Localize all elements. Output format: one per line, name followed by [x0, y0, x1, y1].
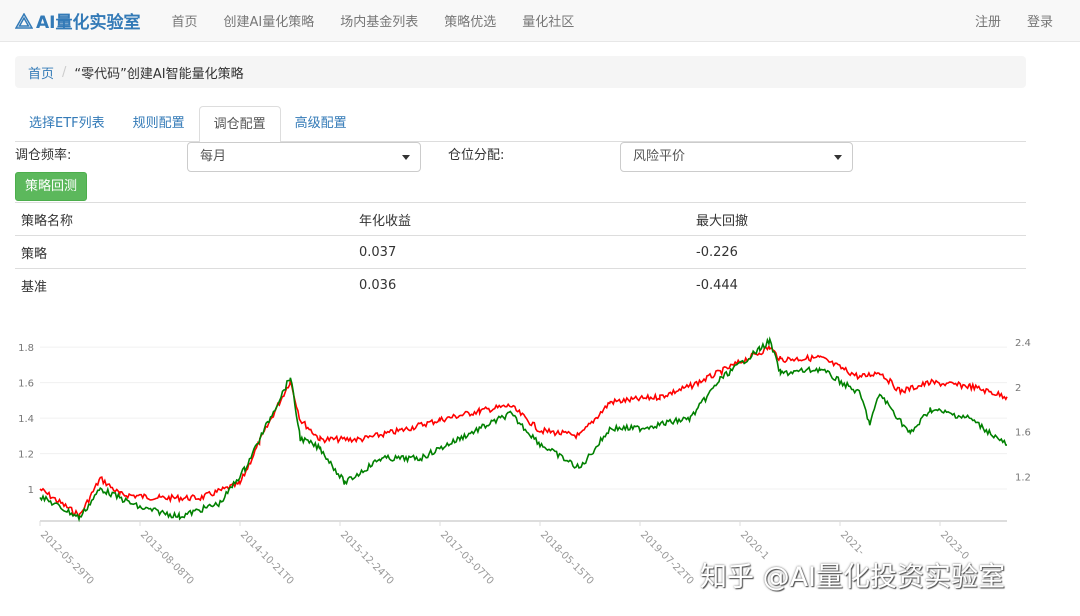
- header-max-drawdown: 最大回撤: [690, 203, 1026, 236]
- watermark: 知乎 @AI量化投资实验室: [700, 555, 1005, 594]
- cell: 策略: [15, 236, 353, 269]
- x-axis-tick: 2014-10-21T0: [238, 529, 296, 587]
- logo[interactable]: AI量化实验室: [15, 8, 140, 33]
- x-axis-tick: 2018-05-15T0: [538, 529, 596, 587]
- right-axis-tick: 1.2: [1015, 472, 1031, 483]
- cell: 0.036: [353, 269, 690, 302]
- nav-fund-list[interactable]: 场内基金列表: [340, 11, 418, 30]
- x-axis-tick: 2017-03-07T0: [438, 529, 496, 587]
- breadcrumb: 首页 / “零代码”创建AI智能量化策略: [15, 56, 1026, 88]
- cell: -0.444: [690, 269, 1026, 302]
- tab-rules[interactable]: 规则配置: [119, 106, 199, 141]
- breadcrumb-current: “零代码”创建AI智能量化策略: [74, 63, 243, 82]
- freq-select[interactable]: 每月: [187, 142, 421, 172]
- tab-rebalance[interactable]: 调仓配置: [199, 106, 281, 143]
- left-axis-tick: 1.4: [18, 414, 34, 425]
- alloc-label: 仓位分配:: [448, 144, 504, 163]
- nav-community[interactable]: 量化社区: [522, 11, 574, 30]
- cell: 0.037: [353, 236, 690, 269]
- breadcrumb-separator: /: [62, 65, 66, 80]
- table-row: 基准 0.036 -0.444: [15, 269, 1026, 302]
- series-line-right: [40, 339, 1007, 519]
- header-name: 策略名称: [15, 203, 353, 236]
- tab-bar: 选择ETF列表 规则配置 调仓配置 高级配置: [15, 106, 1026, 142]
- logo-triangle-icon: [15, 13, 33, 29]
- x-axis-tick: 2021-: [838, 529, 867, 558]
- left-axis-tick: 1.2: [18, 450, 34, 461]
- cell: 基准: [15, 269, 353, 302]
- nav-strategy-select[interactable]: 策略优选: [444, 11, 496, 30]
- tab-select-etf[interactable]: 选择ETF列表: [15, 106, 119, 141]
- breadcrumb-home[interactable]: 首页: [28, 63, 54, 82]
- series-line-left: [40, 346, 1007, 518]
- header-annual-return: 年化收益: [353, 203, 690, 236]
- x-axis-tick: 2013-08-08T0: [138, 529, 196, 587]
- left-axis-tick: 1.6: [18, 379, 34, 390]
- cell: -0.226: [690, 236, 1026, 269]
- right-axis-tick: 1.6: [1015, 428, 1031, 439]
- alloc-value: 风险平价: [633, 149, 685, 164]
- table-row: 策略 0.037 -0.226: [15, 236, 1026, 269]
- backtest-button[interactable]: 策略回测: [15, 172, 87, 201]
- left-axis-tick: 1: [28, 485, 34, 496]
- navbar: AI量化实验室 首页 创建AI量化策略 场内基金列表 策略优选 量化社区 注册 …: [0, 0, 1080, 42]
- nav-home[interactable]: 首页: [171, 11, 197, 30]
- right-axis-tick: 2: [1015, 383, 1021, 394]
- x-axis-tick: 2012-05-29T0: [38, 529, 96, 587]
- logo-text: AI量化实验室: [36, 8, 140, 33]
- results-table: 策略名称 年化收益 最大回撤 策略 0.037 -0.226 基准 0.036 …: [15, 202, 1026, 302]
- freq-value: 每月: [200, 149, 226, 164]
- nav-login[interactable]: 登录: [1027, 11, 1053, 30]
- x-axis-tick: 2019-07-22T0: [638, 529, 696, 587]
- table-header-row: 策略名称 年化收益 最大回撤: [15, 203, 1026, 236]
- right-axis-tick: 2.4: [1015, 338, 1031, 349]
- alloc-select[interactable]: 风险平价: [620, 142, 853, 172]
- tab-advanced[interactable]: 高级配置: [281, 106, 361, 141]
- nav-register[interactable]: 注册: [975, 11, 1001, 30]
- left-axis-tick: 1.8: [18, 343, 34, 354]
- freq-label: 调仓频率:: [15, 144, 71, 163]
- nav-create-strategy[interactable]: 创建AI量化策略: [224, 11, 315, 30]
- x-axis-tick: 2015-12-24T0: [338, 529, 396, 587]
- caret-down-icon: [402, 155, 410, 160]
- caret-down-icon: [834, 155, 842, 160]
